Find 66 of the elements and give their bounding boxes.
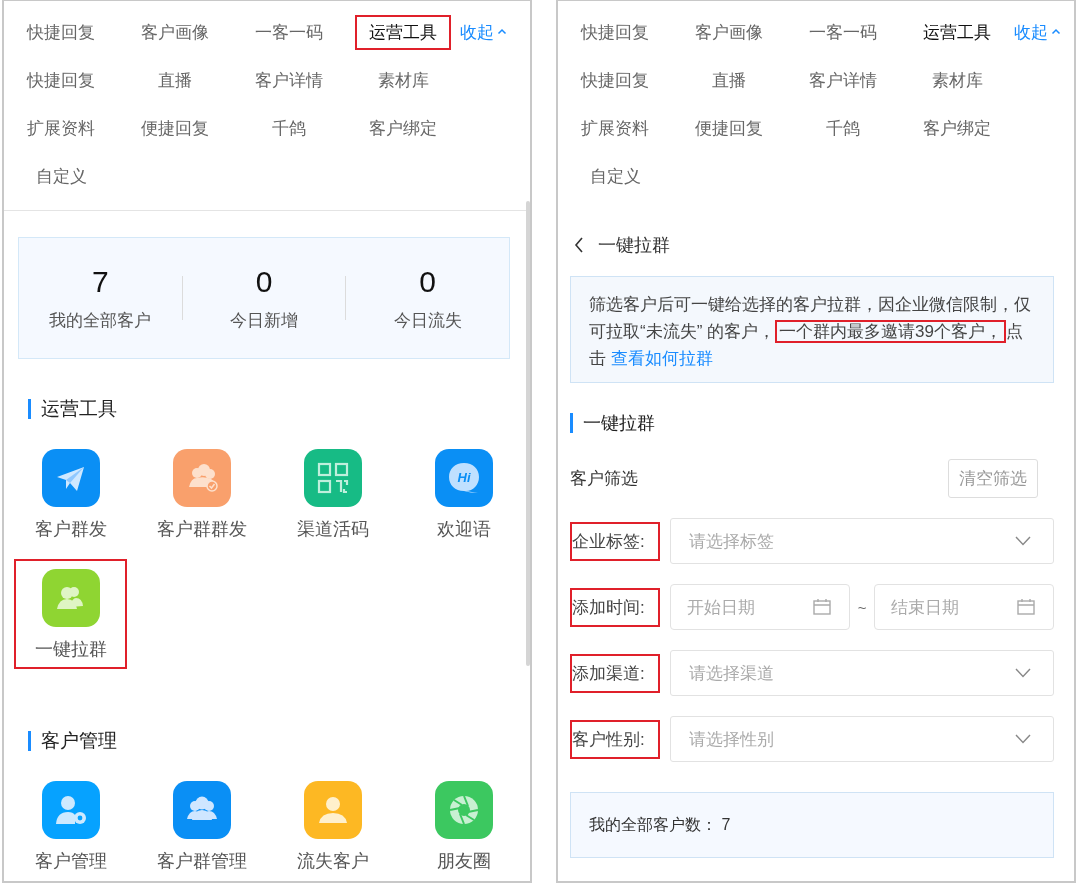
form-label: 添加时间: [570, 587, 660, 627]
tab[interactable]: 扩展资料 [581, 116, 649, 140]
section-title: 客户管理 [28, 731, 510, 751]
page-title: 一键拉群 [598, 234, 670, 257]
section-title: 运营工具 [28, 399, 510, 419]
hi-icon: Hi [434, 449, 493, 507]
scrollbar[interactable] [526, 201, 530, 666]
tool-item[interactable]: 朋友圈 [407, 771, 520, 881]
tab[interactable]: 快捷回复 [13, 14, 109, 50]
tab[interactable]: 千鸽 [826, 116, 860, 140]
tool-item[interactable]: 客户群群发 [145, 439, 258, 549]
tool-item[interactable]: 一键拉群 [14, 559, 127, 669]
tab[interactable]: 一客一码 [795, 14, 891, 50]
form-label: 添加渠道: [570, 653, 660, 693]
stat-label: 我的全部客户 [49, 309, 152, 332]
tool-item[interactable]: 客户群发 [14, 439, 127, 549]
tool-item[interactable]: 客户管理 [14, 771, 127, 881]
tool-item[interactable]: 渠道活码 [276, 439, 389, 549]
stat-label: 今日流失 [393, 309, 462, 332]
range-separator: ~ [857, 598, 867, 616]
tab[interactable]: 客户绑定 [923, 116, 991, 140]
tab[interactable]: 素材库 [377, 68, 429, 92]
tab[interactable]: 便捷回复 [695, 116, 763, 140]
tab[interactable]: 一客一码 [241, 14, 337, 50]
chevron-down-icon [1015, 734, 1031, 744]
filter-label: 客户筛选 [570, 468, 638, 490]
stat-value: 0 [419, 264, 436, 299]
tab[interactable]: 直播 [158, 68, 192, 92]
caret-icon [1051, 27, 1061, 37]
calendar-icon [812, 599, 831, 615]
tab[interactable]: 快捷回复 [581, 68, 649, 92]
tab[interactable]: 千鸽 [272, 116, 306, 140]
help-link[interactable]: 查看如何拉群 [610, 349, 713, 368]
chevron-down-icon [1015, 668, 1031, 678]
tab[interactable]: 自定义 [589, 164, 641, 188]
tab[interactable]: 客户详情 [255, 68, 323, 92]
tab[interactable]: 客户详情 [809, 68, 877, 92]
tab[interactable]: 素材库 [931, 68, 983, 92]
tab[interactable]: 快捷回复 [27, 68, 95, 92]
notice-text: 筛选客户后可一键给选择的客户拉群，因企业微信限制，仅可拉取“未流失” 的客户， 一个群内最多邀请39个客户， 点击 查看如何拉群 [589, 294, 1031, 370]
back-icon[interactable] [574, 237, 584, 253]
collapse-link[interactable]: 收起 [1014, 20, 1061, 44]
chevron-down-icon [1015, 536, 1031, 546]
tool-item[interactable]: 流失客户 [276, 771, 389, 881]
tab[interactable]: 扩展资料 [27, 116, 95, 140]
total-count: 我的全部客户数： 7 [589, 814, 731, 835]
tab[interactable]: 直播 [712, 68, 746, 92]
calendar-icon [1017, 599, 1035, 615]
collapse-link[interactable]: 收起 [460, 20, 507, 44]
tool-item[interactable]: Hi 欢迎语 [407, 439, 520, 549]
tab[interactable]: 运营工具 [355, 14, 451, 50]
tab[interactable]: 客户画像 [127, 14, 223, 50]
tab[interactable]: 便捷回复 [141, 116, 209, 140]
tab[interactable]: 客户绑定 [369, 116, 437, 140]
section-title: 一键拉群 [570, 413, 1054, 433]
tab[interactable]: 自定义 [35, 164, 87, 188]
form-label: 客户性别: [570, 719, 660, 759]
form-label: 企业标签: [570, 521, 660, 561]
stat-label: 今日新增 [230, 309, 298, 332]
stat-value: 7 [92, 264, 109, 299]
caret-icon [497, 27, 507, 37]
tab[interactable]: 快捷回复 [567, 14, 663, 50]
tab[interactable]: 运营工具 [909, 14, 1005, 50]
tab[interactable]: 客户画像 [681, 14, 777, 50]
stat-value: 0 [255, 264, 273, 299]
tool-item[interactable]: 客户群管理 [145, 771, 258, 881]
